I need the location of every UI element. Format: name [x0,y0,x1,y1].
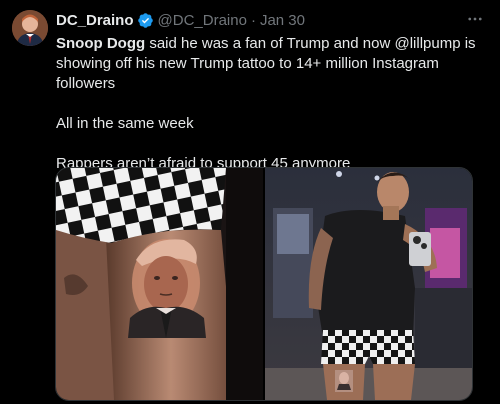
photo-mirror-selfie[interactable] [265,168,472,400]
photo-tattoo-closeup[interactable] [56,168,263,400]
mention-snoop-dogg: Snoop Dogg [56,35,146,52]
tweet-text: Snoop Dogg said he was a fan of Trump an… [56,34,476,174]
more-options-icon[interactable] [464,8,486,30]
separator-dot: · [250,11,256,29]
avatar[interactable] [12,10,48,46]
display-name[interactable]: DC_Draino [56,12,134,29]
tweet-header: DC_Draino @DC_Draino · Jan 30 [56,10,486,30]
tweet-paragraph-2: All in the same week [56,115,194,132]
timestamp[interactable]: Jan 30 [260,12,305,29]
tweet[interactable]: DC_Draino @DC_Draino · Jan 30 Snoop Dogg… [0,0,500,404]
verified-badge-icon[interactable] [137,12,154,29]
handle[interactable]: @DC_Draino [158,12,247,29]
media-grid [55,167,473,401]
avatar-image [12,10,48,46]
tweet-paragraph-1: Snoop Dogg said he was a fan of Trump an… [56,34,476,94]
